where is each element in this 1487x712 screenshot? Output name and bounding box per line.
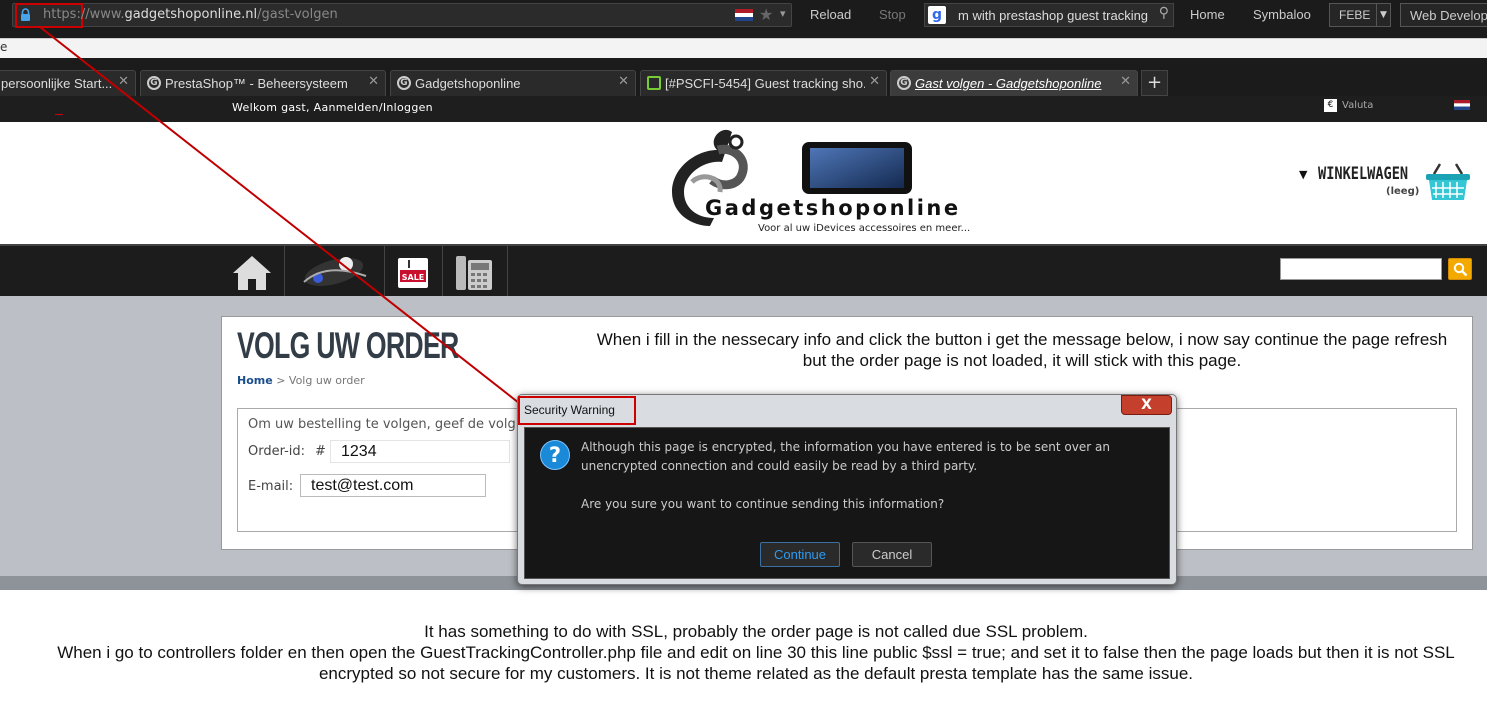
annotation-note-line: It has something to do with SSL, probabl… [424, 622, 1088, 641]
divider [442, 246, 443, 298]
bookmark-text: e [0, 40, 8, 54]
dialog-title: Security Warning [524, 403, 615, 417]
continue-button[interactable]: Continue [760, 542, 840, 567]
order-id-input[interactable]: 1234 [330, 440, 510, 463]
close-icon[interactable]: ✕ [368, 74, 379, 89]
tab-gast-volgen[interactable]: G Gast volgen - Gadgetshoponline ✕ [890, 70, 1138, 96]
gadgets-icon[interactable] [296, 252, 372, 290]
search-icon[interactable]: ⚲ [1159, 5, 1169, 21]
tab-pscfi[interactable]: [#PSCFI-5454] Guest tracking sho... ✕ [640, 70, 887, 96]
email-label: E-mail: [248, 479, 294, 494]
star-icon[interactable]: ★ [759, 5, 773, 24]
search-input[interactable]: m with prestashop guest tracking [958, 8, 1148, 23]
close-icon[interactable]: ✕ [1120, 74, 1131, 89]
form-intro: Om uw bestelling te volgen, geef de volg [248, 417, 516, 432]
email-input[interactable]: test@test.com [300, 474, 486, 497]
bookmark-symbaloo[interactable]: Symbaloo [1253, 7, 1311, 22]
dialog-message-line: unencrypted connection and could easily … [581, 459, 978, 473]
annotation-note-bottom: It has something to do with SSL, probabl… [40, 621, 1472, 684]
tab-startpagina[interactable]: persoonlijke Start... ✕ [0, 70, 136, 96]
close-button[interactable]: X [1121, 395, 1172, 415]
caret-down-icon[interactable]: ▼ [1299, 168, 1307, 181]
febe-label: FEBE [1339, 8, 1371, 22]
flag-nl-icon [735, 9, 753, 21]
shop-search-input[interactable] [1280, 258, 1442, 280]
close-icon[interactable]: ✕ [869, 74, 880, 89]
breadcrumb-separator: > [276, 374, 286, 387]
prestashop-icon: G [147, 76, 161, 90]
tab-prestashop[interactable]: G PrestaShop™ - Beheersysteem ✕ [140, 70, 386, 96]
site-topbar: Welkom gast, Aanmelden/Inloggen € Valuta [0, 96, 1487, 122]
febe-button[interactable]: FEBE ▼ [1329, 3, 1391, 27]
lock-icon[interactable] [20, 8, 31, 21]
tab-label: persoonlijke Start... [1, 76, 113, 91]
cart-basket-icon[interactable] [1424, 162, 1472, 202]
tagline: Voor al uw iDevices accessoires en meer.… [758, 223, 971, 234]
site-header: Gadgetshoponline Voor al uw iDevices acc… [0, 122, 1487, 244]
prestashop-icon: G [397, 76, 411, 90]
page-title: VOLG UW ORDER [237, 325, 459, 366]
stop-button[interactable]: Stop [879, 7, 906, 22]
breadcrumb-home-link[interactable]: Home [237, 374, 273, 387]
shop-search-button[interactable] [1448, 258, 1472, 280]
divider [284, 246, 285, 298]
search-icon [1453, 262, 1468, 277]
tab-label: PrestaShop™ - Beheersysteem [165, 76, 348, 91]
address-bar[interactable]: https://www.gadgetshoponline.nl/gast-vol… [12, 3, 792, 28]
security-warning-dialog: Security Warning X ? Although this page … [517, 394, 1177, 585]
search-bar[interactable]: g m with prestashop guest tracking ⚲ [924, 3, 1174, 27]
phone-icon[interactable] [454, 254, 494, 292]
flag-nl-icon[interactable] [1454, 100, 1470, 110]
dialog-body: ? Although this page is encrypted, the i… [524, 427, 1170, 579]
url-text[interactable]: https://www.gadgetshoponline.nl/gast-vol… [43, 7, 338, 22]
cancel-button[interactable]: Cancel [852, 542, 932, 567]
tab-gadgetshoponline[interactable]: G Gadgetshoponline ✕ [390, 70, 636, 96]
dialog-question: Are you sure you want to continue sendin… [581, 497, 945, 511]
svg-text:SALE: SALE [402, 273, 425, 282]
logo-text: Gadgetshoponline [705, 196, 961, 220]
divider [507, 246, 508, 298]
bug-icon [647, 76, 661, 90]
google-icon[interactable]: g [928, 6, 946, 24]
chevron-down-icon[interactable]: ▾ [780, 7, 786, 20]
tab-label: Gast volgen - Gadgetshoponline [915, 76, 1102, 91]
tab-label: Gadgetshoponline [415, 76, 521, 91]
cart-status: (leeg) [1386, 186, 1420, 197]
site-navbar: SALE [0, 244, 1487, 298]
web-developer-label: Web Develop [1410, 8, 1487, 23]
euro-icon[interactable]: € [1324, 99, 1337, 112]
chevron-down-icon[interactable]: ▼ [1376, 4, 1390, 26]
breadcrumb-current: Volg uw order [288, 374, 365, 387]
bookmark-bar: e [0, 38, 1487, 58]
close-icon[interactable]: ✕ [618, 74, 629, 89]
home-icon[interactable] [231, 254, 273, 292]
reload-button[interactable]: Reload [810, 7, 851, 22]
order-id-label: Order-id: [248, 444, 306, 459]
web-developer-button[interactable]: Web Develop [1400, 3, 1487, 27]
annotation-note-line: When i go to controllers folder en then … [57, 643, 1455, 683]
welcome-login-link[interactable]: Welkom gast, Aanmelden/Inloggen [232, 101, 433, 114]
prestashop-icon: G [897, 76, 911, 90]
bookmark-home[interactable]: Home [1190, 7, 1225, 22]
currency-selector[interactable]: Valuta [1342, 100, 1373, 111]
tab-label: [#PSCFI-5454] Guest tracking sho... [665, 76, 865, 91]
question-icon: ? [540, 440, 570, 470]
divider [384, 246, 385, 298]
sale-icon[interactable]: SALE [396, 256, 430, 290]
breadcrumb: Home > Volg uw order [237, 374, 365, 387]
order-hash: # [315, 444, 326, 459]
cart-title[interactable]: WINKELWAGEN [1318, 164, 1408, 184]
close-icon[interactable]: ✕ [118, 74, 129, 89]
divider [55, 114, 63, 115]
dialog-message-line: Although this page is encrypted, the inf… [581, 440, 1110, 454]
new-tab-button[interactable]: + [1141, 70, 1168, 96]
annotation-note-top: When i fill in the nessecary info and cl… [596, 330, 1448, 370]
